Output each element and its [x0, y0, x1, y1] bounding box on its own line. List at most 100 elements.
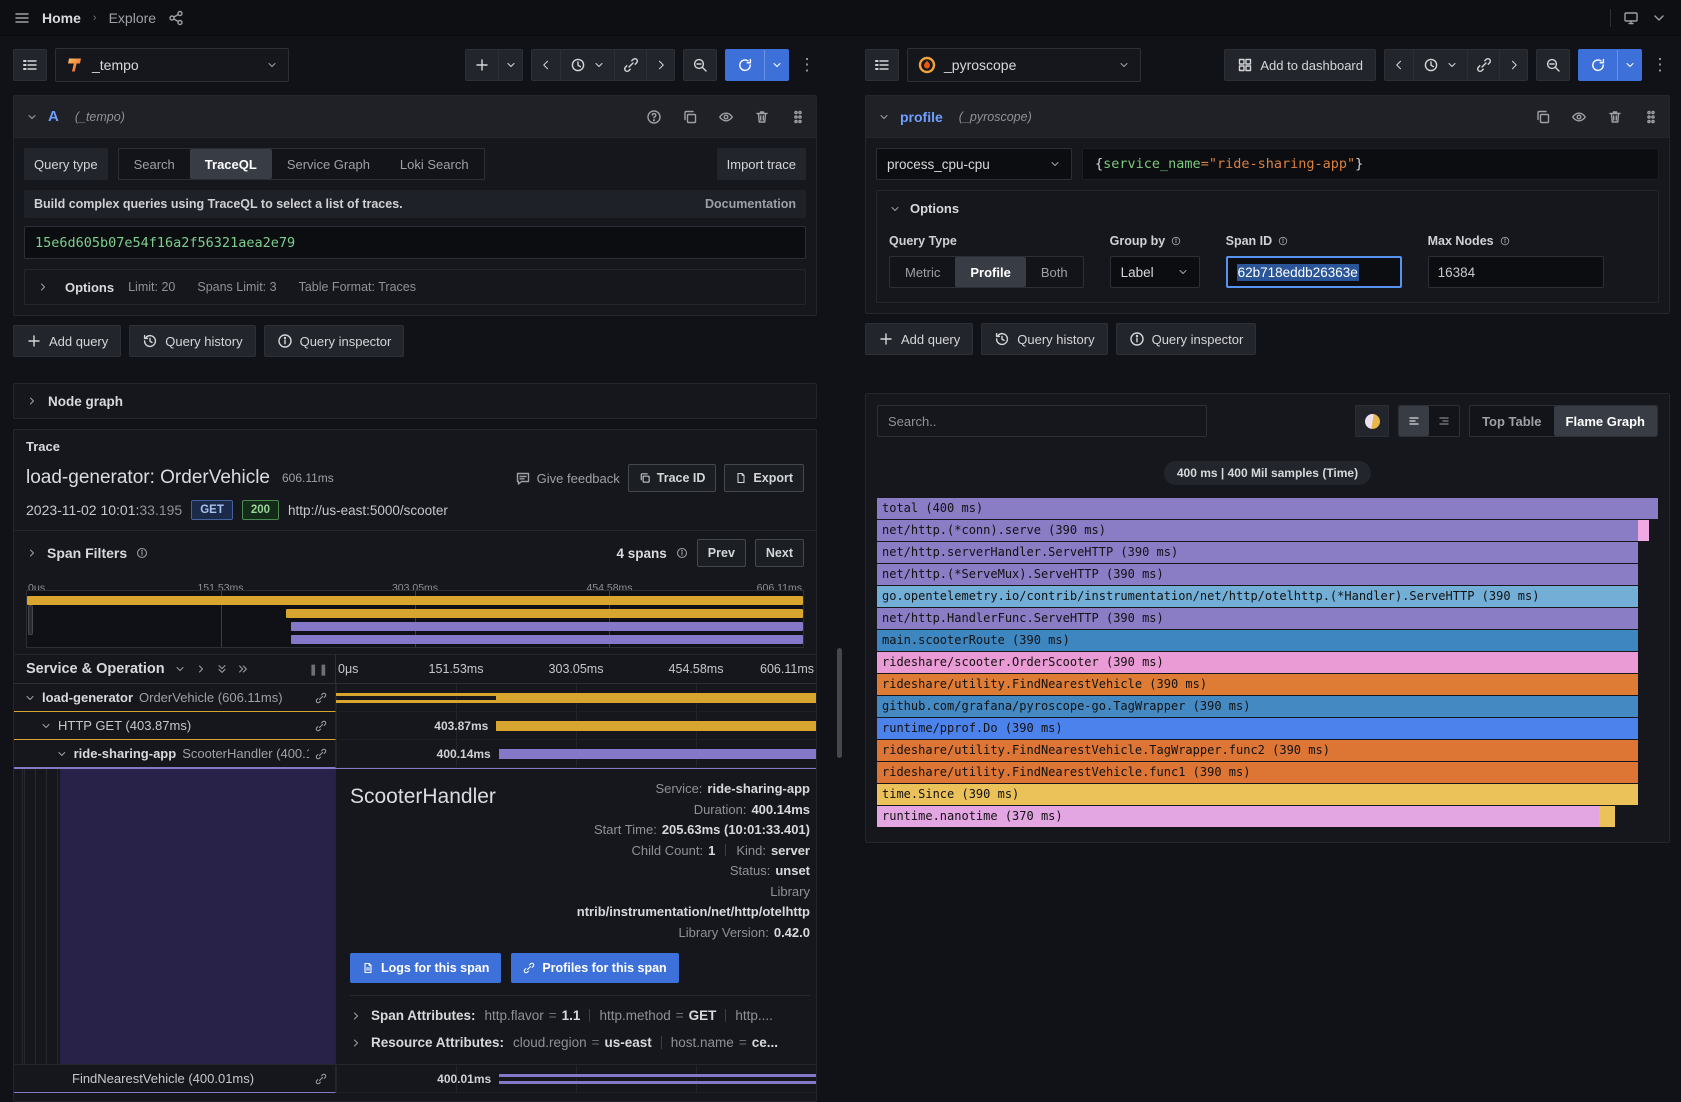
minimap-canvas[interactable] — [26, 590, 804, 648]
span-link-icon[interactable] — [315, 720, 327, 732]
double-chevron-down-icon[interactable] — [216, 663, 228, 675]
pyroscope-datasource-picker[interactable]: _pyroscope — [907, 48, 1141, 82]
tempo-datasource-picker[interactable]: _tempo — [55, 48, 289, 82]
query-help-icon[interactable] — [646, 109, 662, 125]
pyro-query-type-profile[interactable]: Profile — [955, 257, 1025, 287]
trace-span-row[interactable]: HTTP GET (403.87ms)403.87ms — [14, 712, 816, 740]
flame-bar[interactable]: runtime.nanotime (370 ms) — [877, 806, 1599, 827]
scrollbar-thumb[interactable] — [837, 648, 842, 758]
max-nodes-input[interactable]: 16384 — [1428, 256, 1604, 288]
flame-bar[interactable]: rideshare/utility.FindNearestVehicle (39… — [877, 674, 1638, 695]
span-id-input[interactable]: 62b718eddb26363e — [1226, 256, 1402, 288]
disable-query-eye-icon[interactable] — [718, 109, 734, 125]
flame-bar[interactable]: github.com/grafana/pyroscope-go.TagWrapp… — [877, 696, 1638, 717]
flame-bar[interactable]: net/http.(*conn).serve (390 ms) — [877, 520, 1638, 541]
traceql-query-input[interactable]: 15e6d605b07e54f16a2f56321aea2e79 — [24, 226, 806, 259]
zoom-out-button[interactable] — [1536, 49, 1570, 81]
profiles-for-span-button[interactable]: Profiles for this span — [511, 953, 678, 983]
trace-minimap[interactable]: 0μs151.53ms303.05ms454.58ms606.11ms — [14, 575, 816, 654]
query-row-header[interactable]: A (_tempo) — [14, 96, 816, 138]
flame-graph-row[interactable]: rideshare/utility.FindNearestVehicle.Tag… — [877, 740, 1658, 761]
time-shift-right-button[interactable] — [646, 50, 674, 80]
span-name-cell[interactable]: HTTP GET (403.87ms) — [14, 712, 336, 740]
drag-handle-grip-icon[interactable] — [790, 109, 806, 125]
outline-toggle-button[interactable] — [865, 49, 899, 81]
outline-toggle-button[interactable] — [13, 49, 47, 81]
flame-graph-row[interactable]: rideshare/utility.FindNearestVehicle.fun… — [877, 762, 1658, 783]
time-picker-button[interactable] — [560, 50, 614, 80]
query-type-loki-search[interactable]: Loki Search — [385, 149, 484, 179]
flame-trail-segment[interactable] — [1599, 806, 1615, 827]
query-inspector-button[interactable]: Query inspector — [1116, 323, 1257, 355]
column-resizer-handle[interactable]: ❚❚ — [309, 663, 329, 676]
flame-graph-row[interactable]: go.opentelemetry.io/contrib/instrumentat… — [877, 586, 1658, 607]
breadcrumb-explore[interactable]: Explore — [109, 10, 156, 26]
span-bar[interactable] — [499, 1074, 816, 1084]
collapse-chevron-icon[interactable] — [878, 111, 890, 123]
query-inspector-button[interactable]: Query inspector — [264, 325, 405, 357]
flame-bar[interactable]: net/http.serverHandler.ServeHTTP (390 ms… — [877, 542, 1638, 563]
span-filters-label[interactable]: Span Filters — [47, 545, 127, 561]
span-link-icon[interactable] — [315, 748, 327, 760]
flame-graph-row[interactable]: github.com/grafana/pyroscope-go.TagWrapp… — [877, 696, 1658, 717]
query-history-button[interactable]: Query history — [129, 325, 255, 357]
pane-kebab-menu[interactable]: ⋮ — [1650, 49, 1670, 81]
trace-span-row[interactable]: FindNearestVehicle (400.01ms)400.01ms — [14, 1065, 816, 1093]
attributes-row[interactable]: Resource Attributes:cloud.region=us-east… — [350, 1029, 810, 1056]
pane-kebab-menu[interactable]: ⋮ — [797, 49, 817, 81]
trace-span-row[interactable]: ride-sharing-appScooterHandler (400.1400… — [14, 740, 816, 768]
attributes-row[interactable]: Span Attributes:http.flavor=1.1http.meth… — [350, 1002, 810, 1029]
flame-bar[interactable]: time.Since (390 ms) — [877, 784, 1638, 805]
chevron-down-icon[interactable] — [174, 663, 186, 675]
link-time-button[interactable] — [1467, 50, 1499, 80]
pyro-query-type-metric[interactable]: Metric — [890, 257, 955, 287]
add-button[interactable] — [466, 50, 498, 80]
flame-graph-row[interactable]: net/http.serverHandler.ServeHTTP (390 ms… — [877, 542, 1658, 563]
import-trace-button[interactable]: Import trace — [717, 148, 806, 180]
trace-id-button[interactable]: Trace ID — [628, 464, 717, 492]
span-bar[interactable] — [496, 721, 816, 731]
flame-bar[interactable]: net/http.(*ServeMux).ServeHTTP (390 ms) — [877, 564, 1638, 585]
run-query-button[interactable] — [726, 50, 764, 80]
zoom-out-button[interactable] — [683, 49, 717, 81]
span-bar[interactable] — [336, 693, 496, 703]
flame-bar[interactable]: rideshare/utility.FindNearestVehicle.Tag… — [877, 740, 1638, 761]
hamburger-menu-button[interactable] — [14, 10, 30, 26]
flame-bar[interactable]: total (400 ms) — [877, 498, 1658, 519]
flame-graph-row[interactable]: rideshare/utility.FindNearestVehicle (39… — [877, 674, 1658, 695]
flame-graph-row[interactable]: main.scooterRoute (390 ms) — [877, 630, 1658, 651]
span-name-cell[interactable]: ride-sharing-appScooterHandler (400.1 — [14, 740, 336, 768]
flame-bar[interactable]: rideshare/scooter.OrderScooter (390 ms) — [877, 652, 1638, 673]
flame-graph-row[interactable]: time.Since (390 ms) — [877, 784, 1658, 805]
delete-query-trash-icon[interactable] — [754, 109, 770, 125]
flame-bar[interactable]: net/http.HandlerFunc.ServeHTTP (390 ms) — [877, 608, 1638, 629]
query-row-header[interactable]: profile (_pyroscope) — [866, 96, 1669, 138]
color-scheme-button[interactable] — [1355, 405, 1389, 437]
span-link-icon[interactable] — [315, 1073, 327, 1085]
prev-span-button[interactable]: Prev — [697, 539, 746, 567]
nav-chevron-down-icon[interactable] — [1651, 10, 1667, 26]
flame-graph-row[interactable]: runtime/pprof.Do (390 ms) — [877, 718, 1658, 739]
export-button[interactable]: Export — [724, 464, 804, 492]
chevron-right-icon[interactable] — [26, 547, 38, 559]
span-name-cell[interactable]: load-generatorOrderVehicle (606.11ms) — [14, 684, 336, 712]
next-span-button[interactable]: Next — [755, 539, 804, 567]
align-right-button[interactable] — [1429, 406, 1459, 436]
span-link-icon[interactable] — [315, 692, 327, 704]
link-time-button[interactable] — [614, 50, 646, 80]
double-chevron-right-icon[interactable] — [237, 663, 249, 675]
node-graph-panel[interactable]: Node graph — [13, 383, 817, 419]
span-timeline-cell[interactable]: 403.87ms — [336, 712, 816, 740]
collapse-chevron-icon[interactable] — [26, 111, 38, 123]
query-type-search[interactable]: Search — [119, 149, 190, 179]
flame-graph-row[interactable]: net/http.(*ServeMux).ServeHTTP (390 ms) — [877, 564, 1658, 585]
span-name-cell[interactable]: FindNearestVehicle (400.01ms) — [14, 1065, 336, 1093]
label-selector-input[interactable]: {service_name="ride-sharing-app"} — [1082, 148, 1659, 180]
add-to-dashboard-button[interactable]: Add to dashboard — [1224, 49, 1376, 81]
breadcrumb-home[interactable]: Home — [42, 10, 81, 26]
group-by-dropdown[interactable]: Label — [1110, 256, 1200, 288]
span-timeline-cell[interactable] — [336, 684, 816, 712]
query-type-service-graph[interactable]: Service Graph — [272, 149, 385, 179]
profile-type-dropdown[interactable]: process_cpu-cpu — [876, 148, 1072, 180]
span-timeline-cell[interactable]: 400.14ms — [336, 740, 816, 768]
